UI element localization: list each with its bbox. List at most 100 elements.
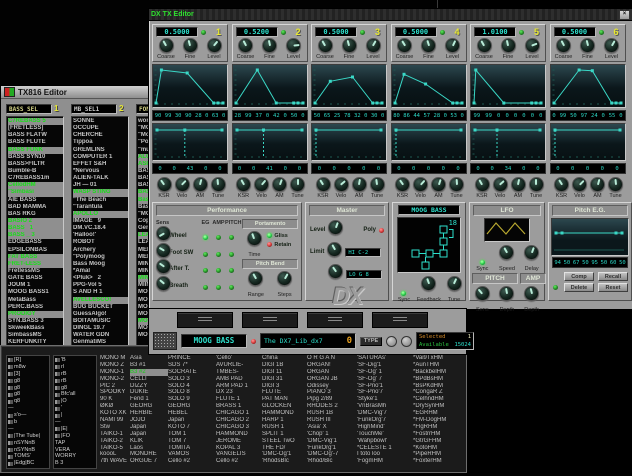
patch-grid-item[interactable]: HEBEL	[168, 410, 216, 417]
patch-grid-item[interactable]: SOLO 8	[168, 389, 216, 396]
library-display[interactable]: The DX7_Lib_dx7 0	[260, 333, 356, 349]
patch-list-item[interactable]: APOLLO	[73, 211, 128, 218]
patch-grid-item[interactable]: SOLO 4	[168, 383, 216, 390]
tune-knob[interactable]	[447, 276, 462, 291]
function-button[interactable]	[177, 312, 233, 328]
coarse-knob[interactable]	[318, 38, 333, 53]
patch-list-item[interactable]: CHERCHE	[73, 132, 128, 139]
bank-list-item[interactable]: —	[8, 426, 48, 433]
patch-grid-item[interactable]: JOJO	[130, 417, 168, 424]
patch-grid-item[interactable]: FLUTE	[262, 389, 307, 396]
patch-grid-item[interactable]: DUKIE	[130, 389, 168, 396]
next-button[interactable]	[401, 336, 412, 347]
patch-grid-item[interactable]: FLUTE 1	[216, 396, 262, 403]
patch-grid-item[interactable]: PIC 2	[100, 383, 130, 390]
patch-grid-item[interactable]: *BPdBsHM	[413, 376, 471, 383]
tune-knob[interactable]	[449, 177, 464, 192]
patch-list-item[interactable]: FretlessMS	[8, 268, 63, 275]
patch-grid-item[interactable]: KOPAL 3	[216, 445, 262, 452]
patch-list-item[interactable]: GREMLINS	[73, 147, 128, 154]
patch-list-item[interactable]: JH — 01	[73, 182, 128, 189]
patch-grid-item[interactable]: Cello #2	[216, 458, 262, 465]
patch-list-item[interactable]: PPG-Vol 5	[73, 282, 128, 289]
patch-grid[interactable]: MONO MMONO ZMONO-1MONO-2PIC 2SPOOKY90 KØ…	[100, 355, 471, 469]
patch-list-item[interactable]: SkweekBass	[8, 325, 63, 332]
patch-list-item[interactable]: SONNE	[73, 118, 128, 125]
patch-grid-item[interactable]: 'SF-Og' 7	[357, 376, 413, 383]
bank-list-item[interactable]: WORRY	[55, 453, 95, 460]
patch-list-item[interactable]: FAT BASS	[8, 254, 63, 261]
patch-grid-item[interactable]: HAMMOND	[216, 431, 262, 438]
patch-list-item[interactable]: AIE BASS	[8, 197, 63, 204]
patch-list[interactable]: SONNEOCCUPECHERCHETippoaGREMLINSCOMPUTER…	[71, 116, 129, 347]
fine-knob[interactable]	[342, 38, 357, 53]
patch-grid-item[interactable]: DIGI 31	[262, 376, 307, 383]
patch-list-item[interactable]: IMAGE 9	[73, 218, 128, 225]
patch-grid-item[interactable]: JEROME	[216, 438, 262, 445]
bank-list-item[interactable]: b	[8, 419, 48, 426]
patch-list[interactable]: C7REBASS 5[FRETLESS]BASS FLATWBASS FLUTE…	[6, 116, 64, 347]
patch-list-item[interactable]: "Polymoog	[73, 254, 128, 261]
patch-list-item[interactable]: BASS SYN10	[8, 154, 63, 161]
patch-list-item[interactable]: EFFET S&H	[73, 161, 128, 168]
patch-grid-item[interactable]: I toto loo	[357, 451, 413, 458]
patch-grid-item[interactable]: 'HighMind'	[357, 424, 413, 431]
steps-knob[interactable]	[277, 271, 292, 286]
patch-list-item[interactable]: <Pluk> 2	[73, 275, 128, 282]
am-knob[interactable]	[352, 177, 367, 192]
delay-knob[interactable]	[524, 245, 539, 260]
patch-grid-item[interactable]: GEORG	[168, 403, 216, 410]
patch-grid-item[interactable]: HAMMOND	[262, 410, 307, 417]
patch-grid-item[interactable]: 90 K	[100, 396, 130, 403]
sens-knob[interactable]	[156, 243, 171, 258]
patch-grid-item[interactable]: AVURLIE-	[216, 362, 262, 369]
patch-grid-item[interactable]: *FM-DogHM	[413, 417, 471, 424]
patch-grid-item[interactable]: 'Rhod/Blc	[307, 458, 357, 465]
patch-grid-item[interactable]: MONO M	[100, 355, 130, 362]
patch-grid-item[interactable]: GLOCKEN	[262, 403, 307, 410]
bank-list-item[interactable]: g8	[55, 385, 95, 392]
patch-list-item[interactable]: JOUM 1	[8, 282, 63, 289]
patch-grid-item[interactable]: TOM 7	[168, 438, 216, 445]
ksr-knob[interactable]	[475, 177, 490, 192]
patch-grid-item[interactable]: MONO Z	[100, 362, 130, 369]
patch-list-item[interactable]: BASS>FILTR	[8, 161, 63, 168]
bank-list-item[interactable]: q8	[8, 398, 48, 405]
patch-list-item[interactable]: EDGEBASS	[8, 239, 63, 246]
patch-grid-item[interactable]: TAIKO-5	[100, 445, 130, 452]
patch-grid-item[interactable]: TAIKO-1	[100, 431, 130, 438]
patch-list-item[interactable]: PERC.BASS	[8, 304, 63, 311]
patch-grid-item[interactable]: SOCRATE	[168, 369, 216, 376]
ksr-knob[interactable]	[554, 177, 569, 192]
patch-grid-item[interactable]: *FlgRHM	[413, 424, 471, 431]
patch-grid-item[interactable]: 'Asia' X	[307, 424, 357, 431]
ksr-knob[interactable]	[395, 177, 410, 192]
patch-grid-item[interactable]: SPLIT 1	[262, 431, 307, 438]
bank-list-item[interactable]: nSYNnB	[8, 440, 48, 447]
eg-graph[interactable]	[391, 64, 467, 108]
patch-grid-item[interactable]: 'DMC-Vig'1	[307, 438, 357, 445]
patch-list-item[interactable]: BAS RKG	[8, 211, 63, 218]
bank-list-item[interactable]: nSYNnB	[8, 447, 48, 454]
patch-grid-item[interactable]: *Vai9TxHM	[413, 355, 471, 362]
patch-grid-item[interactable]: 'DMC-Og'1	[262, 451, 307, 458]
patch-grid-item[interactable]: TAIKO-2	[100, 438, 130, 445]
feedback-knob[interactable]	[421, 276, 436, 291]
patch-grid-item[interactable]: 'SATURAs'	[357, 355, 413, 362]
patch-grid-item[interactable]: KOTO 7	[168, 424, 216, 431]
patch-grid-item[interactable]: Japan	[168, 417, 216, 424]
tune-knob[interactable]	[370, 177, 385, 192]
patch-list-item[interactable]: "The Beach	[73, 197, 128, 204]
patch-list-item[interactable]: BOITAMUSIC	[73, 318, 128, 325]
patch-grid-item[interactable]: *GtrGFHM	[413, 438, 471, 445]
patch-grid-item[interactable]: TOMITA	[168, 445, 216, 452]
bank-list-item[interactable]: g8	[8, 385, 48, 392]
patch-grid-item[interactable]: *BsPKdHM	[413, 383, 471, 390]
patch-grid-item[interactable]: 'FunkOrg'1	[307, 445, 357, 452]
patch-grid-item[interactable]: TOM 1	[168, 431, 216, 438]
patch-grid-item[interactable]: *CELESTE 1	[357, 445, 413, 452]
patch-grid-item[interactable]: 7th WAVE	[100, 458, 130, 465]
patch-grid-item[interactable]: China	[262, 355, 307, 362]
patch-list-item[interactable]: BASIO 2	[8, 218, 63, 225]
patch-list-item[interactable]: BASS FUNK	[8, 147, 63, 154]
